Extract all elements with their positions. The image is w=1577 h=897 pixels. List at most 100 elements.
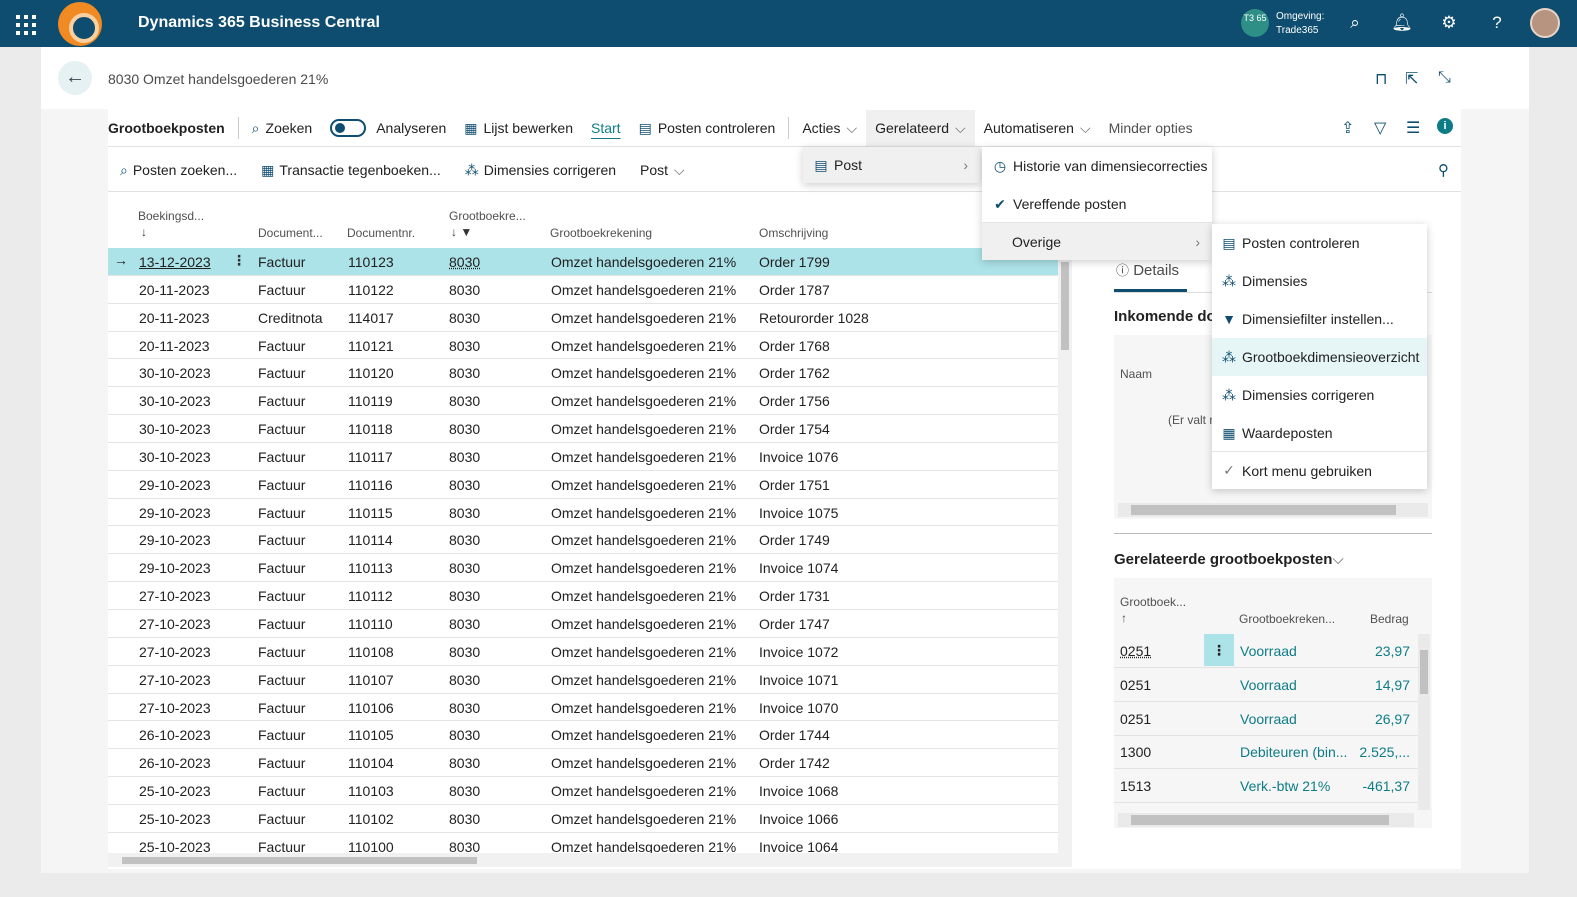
table-row[interactable]: 27-10-2023 Factuur 110110 8030 Omzet handels… [108,610,1058,638]
table-row[interactable]: 27-10-2023 Factuur 110106 8030 Omzet handels… [108,694,1058,722]
table-row[interactable]: 0251 Voorraad 26,97 [1114,702,1418,736]
menu-item-check-entries[interactable]: ▤ Posten controleren [1212,224,1427,262]
table-row[interactable]: 29-10-2023 Factuur 110115 8030 Omzet handels… [108,499,1058,527]
open-new-window-icon[interactable]: ⇱ [1405,69,1418,89]
posting-date-cell[interactable]: 30-10-2023 [139,365,211,381]
info-icon[interactable]: i [1437,118,1453,134]
row-actions-button[interactable]: ⋮ [232,252,246,269]
table-row[interactable]: 30-10-2023 Factuur 110120 8030 Omzet handels… [108,359,1058,388]
fewer-options-button[interactable]: Minder opties [1100,110,1202,146]
table-row[interactable]: 20-11-2023 Factuur 110121 8030 Omzet handels… [108,332,1058,360]
amount-cell[interactable]: 2.525,... [1359,744,1410,760]
amount-cell[interactable]: -461,37 [1363,778,1410,794]
menu-item-post[interactable]: ▤ Post › [803,147,980,183]
column-header-accno[interactable]: Grootboekre... [449,209,526,223]
table-row[interactable]: 20-11-2023 Creditnota 114017 8030 Omzet hand… [108,304,1058,332]
menu-item-value-entries[interactable]: ▦ Waardeposten [1212,414,1427,452]
table-row[interactable]: 30-10-2023 Factuur 110117 8030 Omzet handels… [108,443,1058,471]
posting-date-cell[interactable]: 27-10-2023 [139,700,211,716]
filter-icon[interactable]: ▽ [1374,118,1386,138]
incoming-documents-title[interactable]: Inkomende do [1114,308,1216,325]
scrollbar-thumb[interactable] [1131,815,1389,825]
tab-start[interactable]: Start [582,110,630,146]
table-row[interactable]: 26-10-2023 Factuur 110104 8030 Omzet handels… [108,749,1058,778]
pin-icon[interactable]: ⚲ [1438,161,1449,179]
posting-date-cell[interactable]: 20-11-2023 [139,282,210,298]
table-row[interactable]: 1513 Verk.-btw 21% -461,37 [1114,769,1418,804]
account-name-cell[interactable]: Debiteuren (bin... [1240,744,1347,760]
column-header-accname[interactable]: Grootboekreken... [1239,612,1335,626]
posting-date-cell[interactable]: 27-10-2023 [139,588,211,604]
posting-date-cell[interactable]: 25-10-2023 [139,811,211,827]
app-launcher-icon[interactable] [12,11,38,37]
account-name-cell[interactable]: Voorraad [1240,711,1297,727]
menu-item-gl-dimension-overview[interactable]: ⁂ Grootboekdimensieoverzicht [1212,338,1427,376]
posting-date-cell[interactable]: 29-10-2023 [139,560,211,576]
table-row[interactable]: 0251 Voorraad 14,97 [1114,668,1418,702]
scrollbar-thumb[interactable] [1420,650,1428,694]
find-entries-button[interactable]: ⌕ Posten zoeken... [108,162,249,179]
bookmark-icon[interactable]: ⊓ [1375,69,1387,89]
posting-date-cell[interactable]: 30-10-2023 [139,449,211,465]
amount-cell[interactable]: 23,97 [1375,643,1410,659]
menu-item-dimensions[interactable]: ⁂ Dimensies [1212,262,1427,300]
posting-date-cell[interactable]: 25-10-2023 [139,783,211,799]
environment-badge[interactable]: T3 65 [1241,9,1269,37]
scrollbar-thumb[interactable] [1061,262,1069,350]
reverse-transaction-button[interactable]: ▦ Transactie tegenboeken... [249,162,453,179]
menu-item-applied-entries[interactable]: ✔ Vereffende posten [982,185,1212,223]
share-icon[interactable]: ⇪ [1341,118,1354,138]
column-header-acc[interactable]: Grootboek... [1120,595,1186,609]
posting-date-cell[interactable]: 26-10-2023 [139,727,211,743]
table-row[interactable]: 30-10-2023 Factuur 110118 8030 Omzet handels… [108,415,1058,443]
table-row[interactable]: 29-10-2023 Factuur 110116 8030 Omzet handels… [108,471,1058,499]
posting-date-cell[interactable]: 13-12-2023 [139,254,211,270]
table-row[interactable]: 29-10-2023 Factuur 110114 8030 Omzet handels… [108,526,1058,555]
menu-item-dimension-filter[interactable]: ▼ Dimensiefilter instellen... [1212,300,1427,338]
amount-cell[interactable]: 14,97 [1375,677,1410,693]
table-row[interactable]: 25-10-2023 Factuur 110102 8030 Omzet handels… [108,805,1058,833]
posting-date-cell[interactable]: 27-10-2023 [139,672,211,688]
related-menu[interactable]: Gerelateerd ⌵ [866,110,975,146]
column-header-doctype[interactable]: Document... [258,226,323,240]
column-header-docno[interactable]: Documentnr. [347,226,415,240]
column-header-date[interactable]: Boekingsd... [138,209,204,223]
back-button[interactable]: ← [58,61,92,95]
search-icon[interactable]: ⌕ [1344,12,1366,34]
account-name-cell[interactable]: Voorraad [1240,677,1297,693]
column-header-amount[interactable]: Bedrag [1370,612,1409,626]
search-button[interactable]: ⌕ Zoeken [243,110,322,146]
table-row[interactable]: → ⋮ 13-12-2023 Factuur 110123 8030 Omzet hande… [108,248,1058,276]
table-row[interactable]: 27-10-2023 Factuur 110112 8030 Omzet handels… [108,582,1058,610]
row-actions-button[interactable]: ⋮ [1204,634,1234,666]
environment-info[interactable]: Omgeving: Trade365 [1276,10,1324,38]
column-header-accname[interactable]: Grootboekrekening [550,226,652,240]
automate-menu[interactable]: Automatiseren ⌵ [975,110,1100,146]
posting-date-cell[interactable]: 20-11-2023 [139,338,210,354]
post-menu[interactable]: Post ⌵ [628,162,697,179]
table-row[interactable]: 26-10-2023 Factuur 110105 8030 Omzet handels… [108,721,1058,750]
posting-date-cell[interactable]: 27-10-2023 [139,644,211,660]
check-entries-button[interactable]: ▤ Posten controleren [630,110,785,146]
table-row[interactable]: 30-10-2023 Factuur 110119 8030 Omzet handels… [108,387,1058,416]
edit-list-button[interactable]: ▦ Lijst bewerken [455,110,582,146]
tab-details[interactable]: ⓘ Details [1116,260,1179,279]
posting-date-cell[interactable]: 27-10-2023 [139,616,211,632]
scrollbar-thumb[interactable] [122,857,477,864]
posting-date-cell[interactable]: 30-10-2023 [139,421,211,437]
avatar[interactable] [1530,8,1560,38]
scrollbar-thumb[interactable] [1131,505,1396,515]
table-row[interactable]: 29-10-2023 Factuur 110113 8030 Omzet handels… [108,554,1058,583]
table-row[interactable]: 27-10-2023 Factuur 110108 8030 Omzet handels… [108,638,1058,666]
posting-date-cell[interactable]: 29-10-2023 [139,532,211,548]
posting-date-cell[interactable]: 29-10-2023 [139,477,211,493]
gear-icon[interactable]: ⚙ [1438,12,1460,34]
table-row[interactable]: 20-11-2023 Factuur 110122 8030 Omzet handels… [108,276,1058,304]
analyze-toggle[interactable]: Analyseren [321,110,455,146]
toggle-switch[interactable] [330,119,367,137]
amount-cell[interactable]: 26,97 [1375,711,1410,727]
column-header-description[interactable]: Omschrijving [759,226,828,240]
bell-icon[interactable]: 🔔︎ [1391,12,1413,34]
table-row[interactable]: 1300 Debiteuren (bin... 2.525,... [1114,735,1418,770]
related-entries-title[interactable]: Gerelateerde grootboekposten⌵ [1114,551,1344,568]
